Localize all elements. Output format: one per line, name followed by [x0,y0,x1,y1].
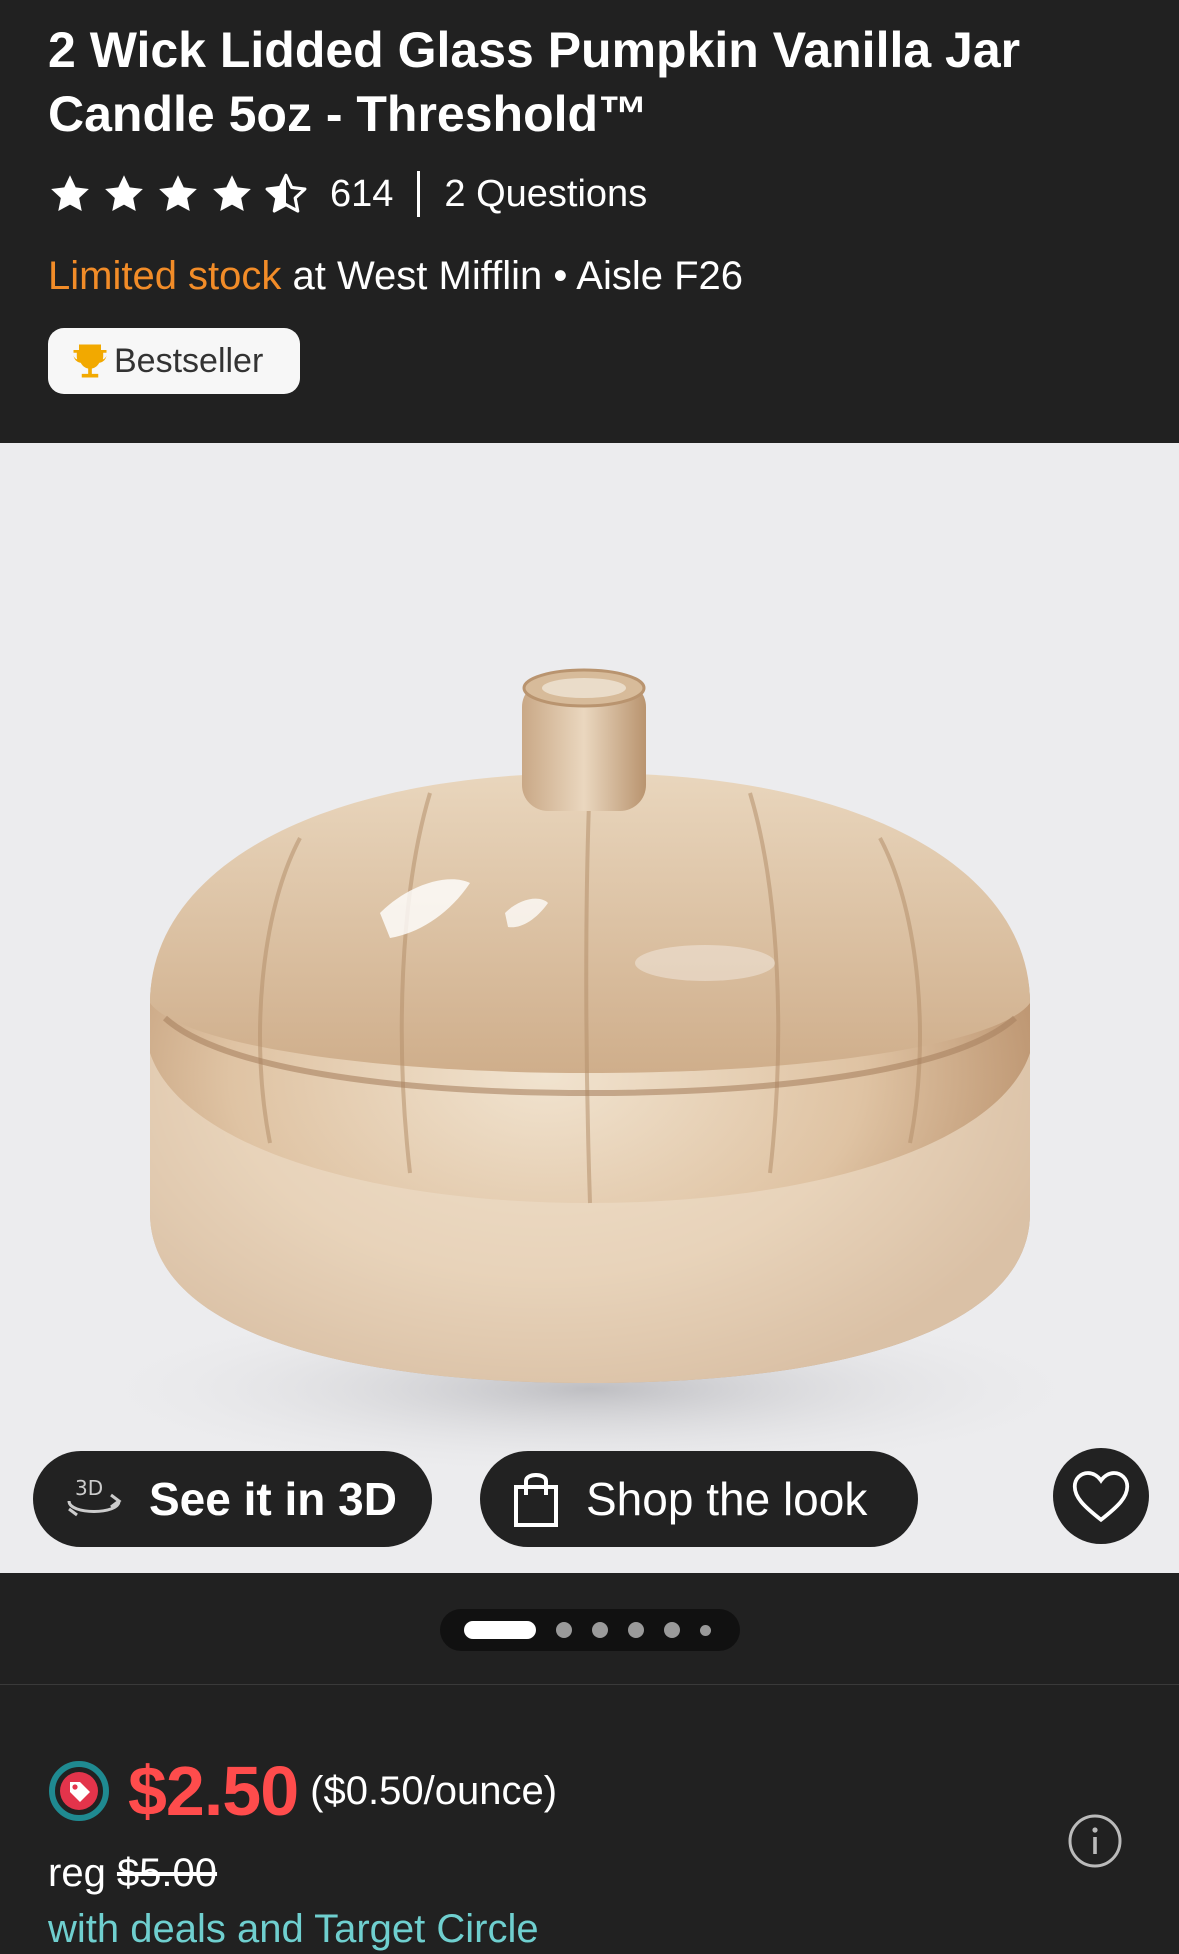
deal-tag-icon [49,1761,109,1821]
product-header: 2 Wick Lidded Glass Pumpkin Vanilla Jar … [0,0,1179,443]
pager-dot[interactable] [700,1624,711,1636]
product-image [70,668,1110,1479]
pager-dot[interactable] [628,1622,644,1638]
trophy-icon [73,344,107,378]
carousel-pager-area [0,1573,1179,1685]
rating-stars [48,172,318,216]
shop-the-look-label: Shop the look [586,1473,868,1525]
product-image-carousel[interactable] [0,443,1179,1573]
carousel-pager[interactable] [440,1609,740,1651]
stock-info[interactable]: Limited stock at West Mifflin • Aisle F2… [48,250,743,302]
questions-link[interactable]: 2 Questions [444,173,647,216]
pager-dot[interactable] [556,1622,572,1638]
favorite-button[interactable] [1053,1448,1149,1544]
shopping-bag-icon [514,1473,558,1527]
rating-row[interactable]: 614 2 Questions [48,168,647,220]
price-row: $2.50 ($0.50/ounce) [48,1749,557,1833]
reg-label: reg [48,1851,106,1895]
rotate-3d-icon-text: 3D [75,1476,103,1500]
rating-divider [417,171,421,217]
rating-count[interactable]: 614 [330,173,393,216]
unit-price: ($0.50/ounce) [310,1768,558,1813]
star-icon [159,175,197,212]
half-star-icon [265,173,307,213]
stock-location: at West Mifflin • Aisle F26 [292,254,744,298]
star-icon [51,175,89,212]
pager-dot[interactable] [592,1622,608,1638]
badge-label: Bestseller [114,341,264,380]
regular-price: reg $5.00 [48,1851,217,1896]
star-icon [213,175,251,212]
sale-price: $2.50 [128,1752,299,1830]
pager-dot[interactable] [664,1622,680,1638]
bestseller-badge: Bestseller [48,328,300,394]
see-in-3d-button[interactable]: 3D See it in 3D [33,1451,432,1547]
info-icon[interactable] [1066,1812,1124,1870]
deals-link[interactable]: with deals and Target Circle [48,1907,539,1952]
pager-dot-active[interactable] [464,1621,536,1639]
rotate-3d-icon: 3D [67,1476,122,1517]
price-section: $2.50 ($0.50/ounce) reg $5.00 with deals… [0,1685,1179,1954]
product-title: 2 Wick Lidded Glass Pumpkin Vanilla Jar … [48,22,1021,142]
shop-the-look-button[interactable]: Shop the look [480,1451,918,1547]
stock-status: Limited stock [48,254,282,298]
reg-price: $5.00 [116,1851,218,1895]
heart-icon [1072,1471,1130,1523]
see-in-3d-label: See it in 3D [149,1473,397,1525]
star-icon [105,175,143,212]
